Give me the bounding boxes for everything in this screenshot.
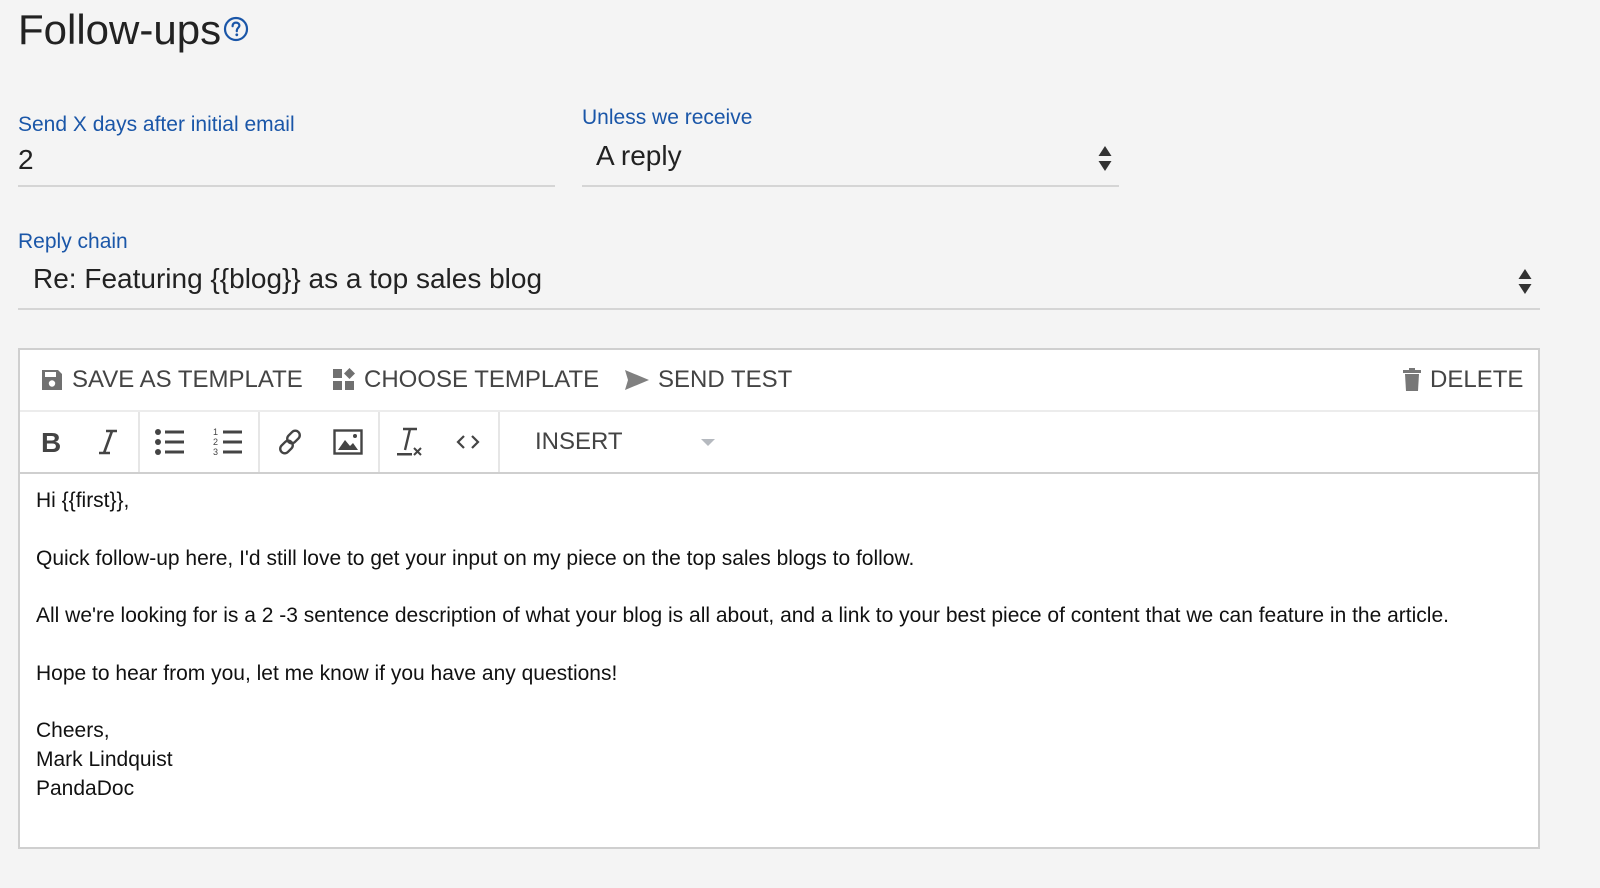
body-paragraph: Quick follow-up here, I'd still love to … xyxy=(36,546,915,570)
numbered-list-button[interactable]: 1 2 3 xyxy=(212,426,244,458)
template-toolbar: SAVE AS TEMPLATE CHOOSE TEMPLATE SEND TE… xyxy=(20,350,1538,412)
insert-media-group xyxy=(260,412,380,472)
body-paragraph: All we're looking for is a 2 -3 sentence… xyxy=(36,604,1449,627)
floppy-disk-icon xyxy=(42,370,62,390)
svg-text:3: 3 xyxy=(213,447,218,457)
days-underline xyxy=(18,185,555,187)
image-icon xyxy=(333,429,363,455)
select-arrows-icon[interactable] xyxy=(1098,146,1112,172)
misc-group xyxy=(380,412,500,472)
email-editor: SAVE AS TEMPLATE CHOOSE TEMPLATE SEND TE… xyxy=(18,348,1540,849)
unless-value[interactable]: A reply xyxy=(596,140,682,172)
bulleted-list-button[interactable] xyxy=(154,426,186,458)
bold-icon: B xyxy=(41,429,61,455)
choose-template-label: CHOOSE TEMPLATE xyxy=(364,366,600,393)
body-greeting: Hi {{first}}, xyxy=(36,489,130,512)
delete-label: DELETE xyxy=(1430,366,1524,393)
formatting-toolbar: B 1 2 3 INSERT xyxy=(20,412,1538,474)
send-test-label: SEND TEST xyxy=(658,366,793,393)
source-code-button[interactable] xyxy=(452,426,484,458)
text-style-group: B xyxy=(20,412,140,472)
email-body-editor[interactable]: Hi {{first}}, Quick follow-up here, I'd … xyxy=(36,486,1522,803)
clear-formatting-icon xyxy=(397,427,422,456)
unless-label: Unless we receive xyxy=(582,106,753,129)
choose-template-button[interactable]: CHOOSE TEMPLATE xyxy=(332,366,599,394)
template-blocks-icon xyxy=(333,368,355,390)
insert-label: INSERT xyxy=(535,428,623,455)
days-label: Send X days after initial email xyxy=(18,113,295,136)
trash-icon xyxy=(1403,368,1421,391)
svg-text:B: B xyxy=(41,429,61,455)
bold-button[interactable]: B xyxy=(34,426,66,458)
save-as-template-label: SAVE AS TEMPLATE xyxy=(72,366,303,393)
svg-text:1: 1 xyxy=(213,427,218,437)
caret-down-icon xyxy=(701,439,715,446)
select-arrows-icon[interactable] xyxy=(1518,269,1532,295)
bulleted-list-icon xyxy=(155,429,184,455)
list-group: 1 2 3 xyxy=(140,412,260,472)
insert-dropdown[interactable]: INSERT xyxy=(517,412,737,472)
page-title: Follow-ups xyxy=(18,6,222,53)
signoff-line: PandaDoc xyxy=(36,777,135,800)
image-button[interactable] xyxy=(332,426,364,458)
link-icon xyxy=(279,429,301,455)
send-arrow-icon xyxy=(625,370,649,390)
link-button[interactable] xyxy=(274,426,306,458)
reply-chain-underline xyxy=(18,308,1540,310)
signoff-line: Cheers, xyxy=(36,719,110,742)
question-circle-icon[interactable] xyxy=(223,16,249,42)
source-code-icon xyxy=(456,435,480,449)
clear-formatting-button[interactable] xyxy=(394,426,426,458)
title-row: Follow-ups xyxy=(18,6,249,54)
reply-chain-label: Reply chain xyxy=(18,230,128,253)
italic-icon xyxy=(99,429,117,455)
save-as-template-button[interactable]: SAVE AS TEMPLATE xyxy=(40,366,303,394)
send-test-button[interactable]: SEND TEST xyxy=(624,366,792,394)
days-input[interactable]: 2 xyxy=(18,144,34,176)
unless-underline xyxy=(582,185,1119,187)
reply-chain-value[interactable]: Re: Featuring {{blog}} as a top sales bl… xyxy=(33,263,542,295)
signoff-line: Mark Lindquist xyxy=(36,748,173,771)
italic-button[interactable] xyxy=(92,426,124,458)
body-paragraph: Hope to hear from you, let me know if yo… xyxy=(36,661,618,685)
svg-text:2: 2 xyxy=(213,437,218,447)
delete-button[interactable]: DELETE xyxy=(1402,366,1523,394)
numbered-list-icon: 1 2 3 xyxy=(213,427,242,457)
